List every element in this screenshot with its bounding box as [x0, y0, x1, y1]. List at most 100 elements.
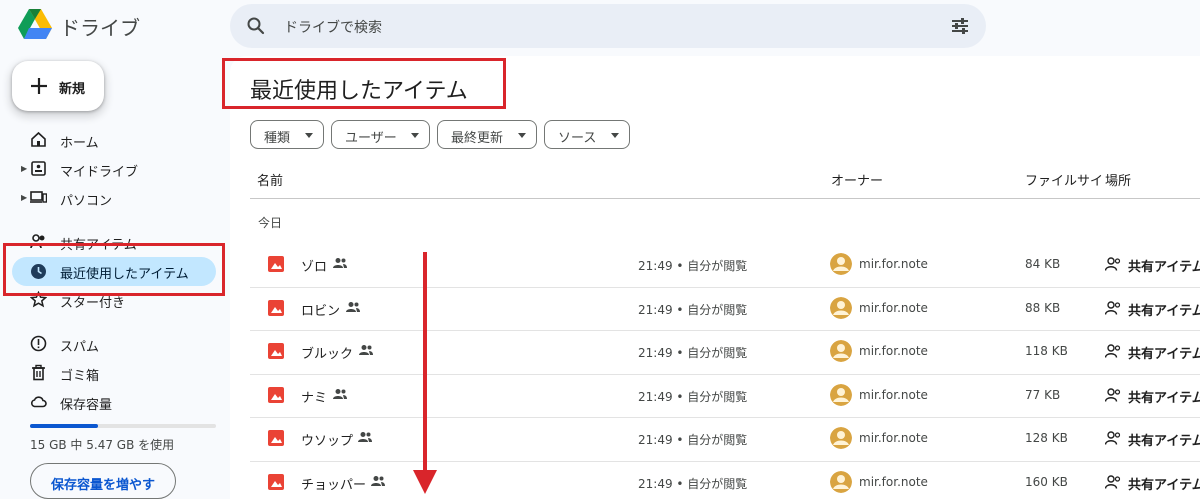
file-size: 118 KB	[1025, 344, 1068, 358]
sidebar-item-label: マイドライブ	[60, 165, 139, 180]
file-row[interactable]: チョッパー 21:49 • 自分が閲覧 mir.for.note 160 KB 共有アイ…	[250, 461, 1200, 499]
owner-avatar	[830, 427, 852, 449]
file-row[interactable]: ブルック 21:49 • 自分が閲覧 mir.for.note 118 KB 共有アイテ…	[250, 330, 1200, 374]
computers-icon	[30, 191, 47, 203]
column-header-size[interactable]: ファイルサイ	[1025, 170, 1103, 189]
down-arrow-annotation-icon	[413, 252, 437, 494]
filter-chip-type[interactable]: 種類	[250, 120, 324, 149]
file-name: チョッパー	[301, 477, 367, 493]
owner-avatar	[830, 340, 852, 362]
image-file-icon	[268, 473, 284, 490]
app-name[interactable]: ドライブ	[60, 12, 140, 41]
owner-name: mir.for.note	[859, 387, 928, 402]
storage-progress-bar	[30, 424, 216, 428]
sidebar-item-storage[interactable]: 保存容量	[0, 388, 220, 416]
shared-location-icon	[1105, 387, 1121, 402]
file-size: 84 KB	[1025, 257, 1061, 271]
last-opened-text: 21:49 • 自分が閲覧	[638, 476, 748, 491]
file-name: ブルック	[301, 347, 354, 362]
filter-chip-label: ユーザー	[345, 131, 397, 146]
dropdown-arrow-icon	[411, 133, 419, 138]
owner-avatar	[830, 383, 852, 406]
highlight-box-recent	[3, 243, 225, 296]
file-location: 共有アイテム	[1128, 347, 1200, 362]
file-name: ロビン	[301, 303, 341, 319]
my-drive-icon	[31, 161, 46, 176]
search-input[interactable]: ドライブで検索	[284, 17, 382, 37]
shared-location-icon	[1105, 344, 1121, 358]
owner-name: mir.for.note	[859, 344, 928, 358]
sidebar-item-trash[interactable]: ゴミ箱	[0, 359, 220, 387]
sidebar-item-computers[interactable]: ▶ パソコン	[0, 184, 220, 212]
file-row[interactable]: ウソップ 21:49 • 自分が閲覧 mir.for.note 128 KB 共有アイテ…	[250, 417, 1200, 461]
owner-avatar	[830, 470, 852, 493]
sidebar-item-spam[interactable]: スパム	[0, 330, 220, 358]
image-file-icon	[268, 386, 284, 403]
filter-chip-label: 種類	[264, 131, 291, 146]
header-divider	[250, 198, 1200, 199]
home-icon	[31, 131, 46, 147]
file-size: 160 KB	[1025, 474, 1068, 489]
image-file-icon	[268, 343, 284, 359]
file-location: 共有アイテム	[1128, 260, 1200, 275]
plus-icon	[31, 78, 47, 94]
file-name: ナミ	[301, 390, 328, 406]
file-size: 77 KB	[1025, 387, 1061, 402]
sidebar-item-my-drive[interactable]: ▶ マイドライブ	[0, 155, 220, 183]
owner-name: mir.for.note	[859, 257, 928, 271]
file-name: ウソップ	[301, 434, 354, 449]
sidebar-item-label: ゴミ箱	[60, 369, 100, 384]
shared-location-icon	[1105, 474, 1121, 489]
image-file-icon	[268, 256, 284, 272]
new-button[interactable]: 新規	[12, 61, 104, 111]
search-options-icon[interactable]	[950, 16, 970, 36]
column-header-owner[interactable]: オーナー	[831, 170, 883, 189]
file-location: 共有アイテム	[1128, 477, 1200, 493]
shared-people-icon	[359, 345, 373, 355]
file-row[interactable]: ロビン 21:49 • 自分が閲覧 mir.for.note 88 KB 共有アイテム	[250, 287, 1200, 331]
shared-people-icon	[333, 388, 347, 399]
file-location: 共有アイテム	[1128, 303, 1200, 319]
owner-avatar	[830, 253, 852, 275]
filter-chip-label: 最終更新	[451, 131, 504, 146]
expand-caret-icon[interactable]: ▶	[21, 193, 27, 202]
shared-people-icon	[358, 432, 372, 442]
filter-chip-source[interactable]: ソース	[544, 120, 630, 149]
filter-chip-modified[interactable]: 最終更新	[437, 120, 537, 149]
column-header-name[interactable]: 名前	[257, 170, 283, 189]
last-opened-text: 21:49 • 自分が閲覧	[638, 346, 748, 360]
last-opened-text: 21:49 • 自分が閲覧	[638, 433, 748, 447]
owner-name: mir.for.note	[859, 431, 928, 445]
owner-avatar	[830, 296, 852, 319]
owner-name: mir.for.note	[859, 474, 928, 489]
drive-logo-icon[interactable]	[18, 9, 52, 39]
last-opened-text: 21:49 • 自分が閲覧	[638, 302, 748, 317]
shared-location-icon	[1105, 300, 1121, 315]
file-row[interactable]: ゾロ 21:49 • 自分が閲覧 mir.for.note 84 KB 共有アイテム	[250, 243, 1200, 287]
image-file-icon	[268, 430, 284, 446]
highlight-box-title	[222, 58, 506, 109]
search-icon[interactable]	[246, 16, 266, 36]
file-name: ゾロ	[301, 260, 328, 275]
sidebar-item-label: 保存容量	[60, 398, 113, 413]
dropdown-arrow-icon	[611, 133, 619, 138]
file-location: 共有アイテム	[1128, 390, 1200, 406]
sidebar-item-label: パソコン	[60, 194, 113, 209]
file-location: 共有アイテム	[1128, 434, 1200, 449]
shared-people-icon	[333, 258, 347, 268]
expand-caret-icon[interactable]: ▶	[21, 164, 27, 173]
column-header-location[interactable]: 場所	[1105, 170, 1131, 189]
filter-chip-people[interactable]: ユーザー	[331, 120, 430, 149]
file-size: 88 KB	[1025, 300, 1061, 315]
shared-people-icon	[346, 301, 360, 312]
get-more-storage-button[interactable]: 保存容量を増やす	[30, 463, 176, 499]
last-opened-text: 21:49 • 自分が閲覧	[638, 389, 748, 404]
shared-people-icon	[371, 475, 385, 486]
dropdown-arrow-icon	[518, 133, 526, 138]
file-row[interactable]: ナミ 21:49 • 自分が閲覧 mir.for.note 77 KB 共有アイテム	[250, 374, 1200, 418]
shared-location-icon	[1105, 431, 1121, 445]
sidebar-item-home[interactable]: ホーム	[0, 126, 220, 154]
sidebar-item-label: スパム	[60, 340, 100, 355]
get-more-storage-label: 保存容量を増やす	[50, 478, 155, 493]
search-bar[interactable]: ドライブで検索	[230, 4, 986, 48]
